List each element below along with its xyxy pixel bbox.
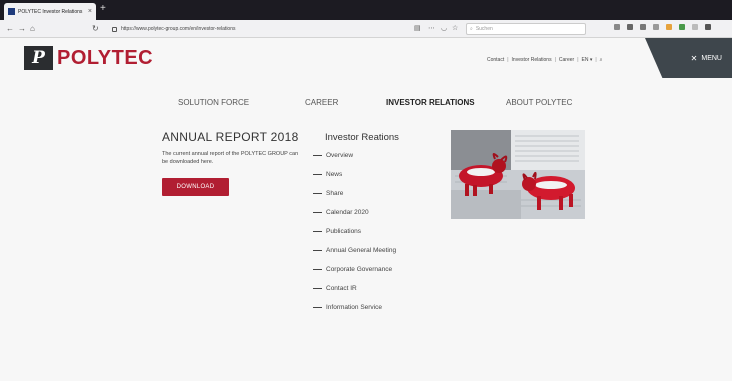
logo-text: POLYTEC	[57, 46, 154, 69]
ir-link-label: Corporate Governance	[326, 266, 393, 273]
close-icon: ✕	[690, 53, 698, 63]
ir-link-label: Information Service	[326, 304, 382, 311]
ir-link-label: Overview	[326, 152, 354, 159]
download-icon[interactable]	[653, 24, 659, 30]
nav-solution-force[interactable]: SOLUTION FORCE	[178, 98, 249, 107]
bull-illustration	[451, 130, 585, 219]
annual-report-title: ANNUAL REPORT 2018	[162, 130, 299, 144]
nav-investor-relations[interactable]: INVESTOR RELATIONS	[386, 98, 475, 107]
extension-icon[interactable]	[666, 24, 672, 30]
browser-nav-bar: ← → ⌂ ↻ https://www.polytec-group.com/en…	[0, 20, 732, 38]
investor-relations-menu: Investor Reations Overview News Share Ca…	[313, 132, 399, 311]
extension-gray-icon[interactable]	[692, 24, 698, 30]
bookmark-star-icon[interactable]: ☆	[452, 22, 458, 35]
annual-report-section: ANNUAL REPORT 2018 The current annual re…	[162, 130, 312, 196]
ir-link-label: Share	[326, 190, 344, 197]
address-bar[interactable]: https://www.polytec-group.com/en/investo…	[112, 23, 412, 35]
dash-icon	[313, 193, 322, 194]
ir-link-label: Contact IR	[326, 285, 357, 292]
download-button[interactable]: DOWNLOAD	[162, 178, 229, 196]
ir-link-label: Annual General Meeting	[326, 247, 397, 254]
topnav-contact[interactable]: Contact	[487, 57, 504, 63]
investor-relations-heading: Investor Reations	[325, 132, 399, 143]
ir-link-share[interactable]: Share	[313, 190, 343, 197]
ir-link-corporate-governance[interactable]: Corporate Governance	[313, 266, 392, 273]
extension-green-icon[interactable]	[679, 24, 685, 30]
ir-link-agm[interactable]: Annual General Meeting	[313, 247, 396, 254]
logo-mark-icon: P	[24, 46, 53, 70]
ir-link-label: News	[326, 171, 343, 178]
url-text: https://www.polytec-group.com/en/investo…	[121, 26, 236, 32]
polytec-logo[interactable]: P POLYTEC	[24, 46, 153, 70]
tab-title: POLYTEC Investor Relations	[18, 8, 83, 15]
ir-link-calendar[interactable]: Calendar 2020	[313, 209, 369, 216]
dash-icon	[313, 212, 322, 213]
dash-icon	[313, 307, 322, 308]
browser-tab[interactable]: POLYTEC Investor Relations ×	[4, 3, 96, 20]
menu-button[interactable]: ✕ MENU	[645, 38, 732, 78]
settings-icon[interactable]	[614, 24, 620, 30]
forward-icon[interactable]: →	[18, 22, 26, 35]
home-icon[interactable]: ⌂	[30, 22, 35, 35]
favicon-icon	[8, 8, 15, 15]
topnav-separator: |	[554, 57, 556, 63]
browser-tab-bar: POLYTEC Investor Relations × +	[0, 0, 732, 20]
page-actions-icon[interactable]: ⋯	[428, 22, 435, 35]
topnav-investor-relations[interactable]: Investor Relations	[512, 57, 552, 63]
dash-icon	[313, 288, 322, 289]
topnav-separator: |	[577, 57, 579, 63]
lock-icon	[112, 26, 117, 32]
dash-icon	[313, 269, 322, 270]
dash-icon	[313, 250, 322, 251]
pocket-icon[interactable]: ◡	[441, 22, 447, 35]
reader-view-icon[interactable]: ▤	[414, 22, 421, 35]
ir-link-news[interactable]: News	[313, 171, 342, 178]
library-icon[interactable]	[627, 24, 633, 30]
annual-report-text: The current annual report of the POLYTEC…	[162, 151, 299, 165]
ir-link-overview[interactable]: Overview	[313, 152, 353, 159]
new-tab-button[interactable]: +	[100, 3, 106, 15]
site-header: P POLYTEC Contact | Investor Relations |…	[0, 38, 732, 78]
site-search-icon[interactable]: ⌕	[600, 57, 603, 63]
ir-link-contact-ir[interactable]: Contact IR	[313, 285, 357, 292]
dash-icon	[313, 174, 322, 175]
search-icon: ⌕	[470, 26, 473, 32]
top-utility-nav: Contact | Investor Relations | Career | …	[487, 57, 602, 63]
ir-link-label: Publications	[326, 228, 362, 235]
nav-career[interactable]: CAREER	[305, 98, 338, 107]
ir-link-information-service[interactable]: Information Service	[313, 304, 382, 311]
extension-toolbar	[614, 24, 711, 30]
language-selector[interactable]: EN ▾	[582, 57, 593, 63]
topnav-separator: |	[595, 57, 597, 63]
browser-search-input[interactable]: ⌕ Suchen	[466, 23, 586, 35]
dash-icon	[313, 155, 322, 156]
sidebar-icon[interactable]	[640, 24, 646, 30]
topnav-career[interactable]: Career	[559, 57, 574, 63]
menu-hamburger-icon[interactable]	[705, 24, 711, 30]
dash-icon	[313, 231, 322, 232]
search-placeholder: Suchen	[475, 26, 493, 32]
back-icon[interactable]: ←	[6, 22, 14, 35]
tab-close-icon[interactable]: ×	[88, 8, 92, 15]
ir-link-label: Calendar 2020	[326, 209, 369, 216]
nav-about-polytec[interactable]: ABOUT POLYTEC	[506, 98, 572, 107]
menu-label: MENU	[701, 54, 722, 62]
ir-link-publications[interactable]: Publications	[313, 228, 361, 235]
topnav-separator: |	[507, 57, 509, 63]
reload-icon[interactable]: ↻	[92, 22, 99, 35]
bull-market-image	[451, 130, 585, 219]
